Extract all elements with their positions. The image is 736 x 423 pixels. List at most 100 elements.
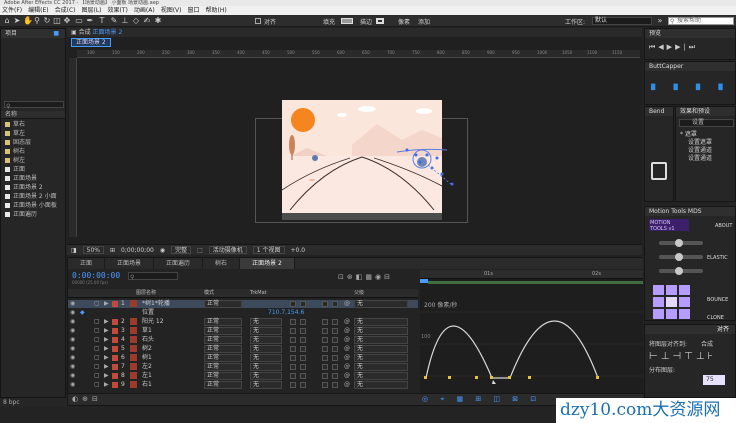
about-button[interactable]: ABOUT: [715, 223, 732, 229]
menu-edit[interactable]: 编辑(E): [28, 6, 48, 15]
project-item[interactable]: 草左: [1, 129, 65, 138]
cap-style-buttons[interactable]: ▘▘▘▘: [651, 84, 735, 97]
label-color[interactable]: [112, 382, 118, 388]
help-search-input[interactable]: 搜索帮助: [668, 17, 734, 25]
switch-box[interactable]: [300, 355, 306, 361]
bend-title[interactable]: Bend: [645, 107, 673, 116]
project-item[interactable]: 固态层: [1, 138, 65, 147]
resolution-select[interactable]: 完整: [171, 246, 192, 254]
menu-composition[interactable]: 合成(C): [55, 6, 76, 15]
blend-mode-select[interactable]: 正常: [204, 363, 242, 371]
switch-box[interactable]: [322, 373, 328, 379]
switch-box[interactable]: [332, 364, 338, 370]
trkmat-header[interactable]: TrkMat: [250, 289, 267, 298]
composition-subtab[interactable]: 正面场景 2: [71, 38, 111, 47]
layer-row[interactable]: ◉ ▢ ▶ 9 右1 正常无 @ 无: [68, 381, 418, 389]
switch-box[interactable]: [290, 319, 296, 325]
switch-box[interactable]: [290, 373, 296, 379]
motion-tools-title[interactable]: Motion Tools MDS: [645, 207, 735, 216]
visibility-eye-icon[interactable]: ◉: [70, 345, 75, 353]
switch-box[interactable]: [332, 337, 338, 343]
visibility-eye-icon[interactable]: ◉: [70, 327, 75, 335]
pan-behind-icon[interactable]: ✥: [63, 17, 71, 25]
layer-row[interactable]: ◉ ▢ ▶ 2 阳光 12 正常无 @ 无: [68, 318, 418, 326]
grid-icon[interactable]: ⊞: [110, 247, 115, 254]
switch-box[interactable]: [322, 355, 328, 361]
zoom-tool-icon[interactable]: ⚲: [33, 17, 41, 25]
effects-preset-item[interactable]: 设置遮罩: [680, 139, 736, 147]
switch-box[interactable]: [290, 364, 296, 370]
project-tab[interactable]: 项目 ■: [1, 29, 65, 38]
parent-select[interactable]: 无: [354, 372, 408, 380]
time-ruler[interactable]: 01s 02s: [420, 270, 643, 279]
pickwhip-icon[interactable]: @: [344, 363, 350, 371]
workspace-select[interactable]: 默认: [592, 17, 652, 25]
visibility-eye-icon[interactable]: ◉: [70, 381, 75, 389]
switch-box[interactable]: [290, 355, 296, 361]
lock-icon[interactable]: ▢: [94, 363, 100, 371]
visibility-eye-icon[interactable]: ◉: [70, 300, 75, 308]
always-preview-icon[interactable]: ◨: [71, 247, 77, 254]
lock-icon[interactable]: ▢: [94, 327, 100, 335]
layer-name[interactable]: 阳光 12: [142, 318, 164, 326]
align-buttons[interactable]: ⊢⊥⊣⊤⊥⊦: [649, 351, 716, 362]
eraser-tool-icon[interactable]: ◇: [132, 17, 140, 25]
expand-arrow-icon[interactable]: ▶: [104, 372, 109, 380]
blend-mode-select[interactable]: 正常: [204, 345, 242, 353]
switch-box[interactable]: [332, 382, 338, 388]
switch-box[interactable]: [300, 319, 306, 325]
timeline-switches[interactable]: ⊡⊛◧▦◉⊟: [338, 273, 393, 281]
effects-title[interactable]: 效果和预设: [676, 107, 735, 116]
lock-icon[interactable]: ▢: [94, 336, 100, 344]
trkmat-select[interactable]: 无: [250, 354, 282, 362]
expand-arrow-icon[interactable]: ▶: [104, 300, 109, 308]
switch-box[interactable]: [300, 373, 306, 379]
switch-box[interactable]: [332, 319, 338, 325]
parent-select[interactable]: 无: [354, 327, 408, 335]
switch-box[interactable]: [290, 346, 296, 352]
hand-tool-icon[interactable]: ✋: [23, 17, 33, 25]
lock-icon[interactable]: ▢: [94, 345, 100, 353]
layer-name[interactable]: 树2: [142, 345, 152, 353]
switch-box[interactable]: [332, 373, 338, 379]
switch-box[interactable]: [322, 382, 328, 388]
type-tool-icon[interactable]: T: [98, 17, 106, 25]
zoom-select[interactable]: 50%: [82, 246, 105, 254]
trkmat-select[interactable]: 无: [250, 345, 282, 353]
pickwhip-icon[interactable]: @: [344, 354, 350, 362]
layer-name[interactable]: 左1: [142, 372, 152, 380]
switch-box[interactable]: [332, 328, 338, 334]
label-color[interactable]: [112, 328, 118, 334]
layer-row[interactable]: ◉ ▢ ▶ 1 *树1*轮播 正常 @ 无: [68, 300, 418, 308]
switch-box[interactable]: [300, 364, 306, 370]
graph-editor[interactable]: 01s 02s 200 像素/秒 100: [420, 270, 643, 393]
pen-tool-icon[interactable]: ✒: [86, 17, 94, 25]
visibility-eye-icon[interactable]: ◉: [70, 336, 75, 344]
views-select[interactable]: 1 个视图: [252, 246, 285, 254]
stamp-tool-icon[interactable]: ⊥: [121, 17, 129, 25]
layer-name[interactable]: 右1: [142, 381, 152, 389]
project-item[interactable]: 正面场景 2 小面: [1, 192, 65, 201]
trkmat-select[interactable]: 无: [250, 372, 282, 380]
keyframe-nav-icon[interactable]: ◆: [80, 309, 85, 317]
elastic-slider[interactable]: [659, 239, 703, 247]
layer-name[interactable]: 树1: [142, 354, 152, 362]
project-item[interactable]: 正面场景: [1, 174, 65, 183]
playback-controls[interactable]: ⏮◀▶▶|⏭: [649, 43, 698, 52]
lock-icon[interactable]: ▣: [71, 29, 77, 36]
timeline-tab[interactable]: 正面遍历: [154, 258, 204, 269]
rotate-tool-icon[interactable]: ↻: [43, 17, 51, 25]
expand-arrow-icon[interactable]: ▶: [104, 318, 109, 326]
composition-panel-tab[interactable]: ▣ 合成 正面场景 2: [67, 28, 642, 37]
switch-box[interactable]: [290, 382, 296, 388]
parent-select[interactable]: 无: [354, 381, 408, 389]
project-column-header[interactable]: 名称: [1, 111, 65, 119]
timeline-tab[interactable]: 正面场景: [105, 258, 155, 269]
project-item[interactable]: 正面遍历: [1, 210, 65, 219]
align-target-select[interactable]: 合成: [701, 339, 713, 348]
switch-box[interactable]: [332, 346, 338, 352]
anchor-grid[interactable]: [653, 285, 693, 319]
lock-icon[interactable]: ▢: [94, 372, 100, 380]
visibility-eye-icon[interactable]: ◉: [70, 318, 75, 326]
lock-icon[interactable]: ▢: [94, 300, 100, 308]
